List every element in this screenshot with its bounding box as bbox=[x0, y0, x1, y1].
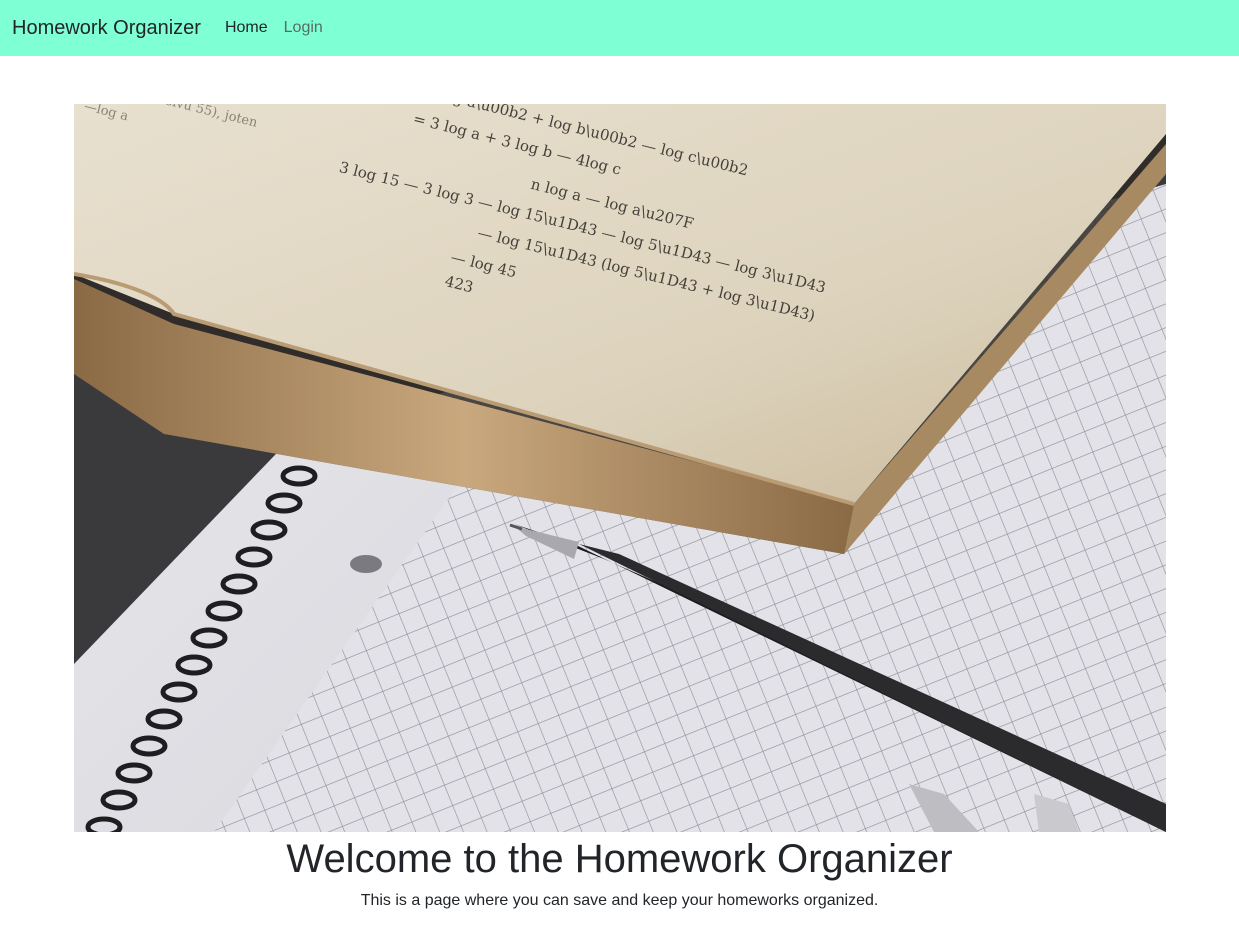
book-notebook-pen-photo: log a\u00b2 + log b\u00b2 — log c\u00b2 … bbox=[74, 104, 1166, 832]
nav-home-link[interactable]: Home bbox=[225, 0, 268, 56]
nav-login-link[interactable]: Login bbox=[284, 0, 323, 56]
brand-link[interactable]: Homework Organizer bbox=[12, 0, 201, 56]
navbar: Homework Organizer Home Login bbox=[0, 0, 1239, 56]
hero-image: log a\u00b2 + log b\u00b2 — log c\u00b2 … bbox=[74, 104, 1166, 832]
page-subtitle: This is a page where you can save and ke… bbox=[360, 892, 879, 909]
page-title: Welcome to the Homework Organizer bbox=[286, 837, 953, 881]
